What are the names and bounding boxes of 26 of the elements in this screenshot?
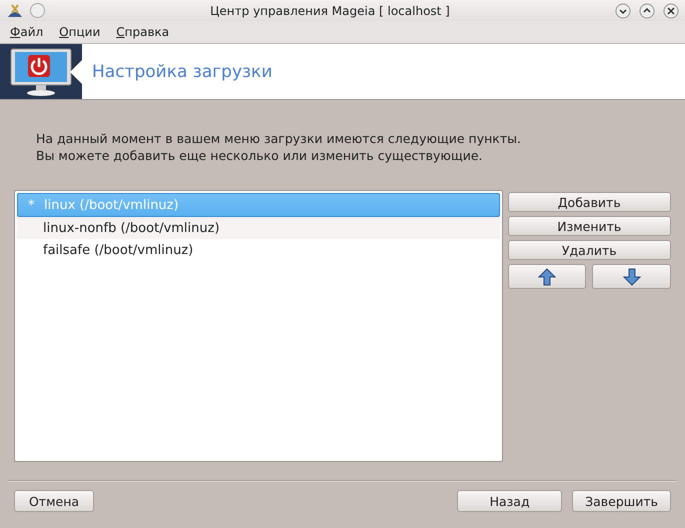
action-button[interactable]: Изменить [508, 216, 671, 236]
banner-notch [70, 60, 82, 84]
list-item[interactable]: linux-nonfb (/boot/vmlinuz) [17, 217, 500, 239]
footer-button[interactable]: Назад [457, 490, 562, 512]
maximize-icon[interactable] [639, 2, 655, 18]
boot-entry-list[interactable]: * linux (/boot/vmlinuz) linux-nonfb (/boot/vmlinuz) failsafe (/boot/vmlinuz) [14, 190, 502, 462]
move-up-button[interactable] [508, 264, 586, 289]
page-heading: Настройка загрузки [92, 62, 272, 82]
menu-item[interactable]: Опции [59, 25, 100, 39]
action-button[interactable]: Добавить [508, 192, 671, 212]
footer-button[interactable]: Завершить [572, 490, 671, 512]
menu-item[interactable]: Справка [116, 25, 170, 39]
close-icon[interactable] [663, 2, 679, 18]
minimize-icon[interactable] [615, 2, 631, 18]
cancel-button[interactable]: Отмена [14, 490, 94, 512]
up-arrow-icon [538, 268, 556, 286]
menu-item[interactable]: Файл [10, 25, 44, 39]
move-down-button[interactable] [592, 264, 671, 289]
instruction-text: На данный момент в вашем меню загрузки имеются следующие пункты. [36, 130, 522, 147]
app-icon[interactable] [6, 2, 24, 18]
monitor-power-icon [8, 46, 74, 96]
window-title: Центр управления Mageia [ localhost ] [209, 4, 451, 18]
down-arrow-icon [622, 268, 641, 286]
instruction-text: Вы можете добавить еще несколько или изменить существующие. [36, 147, 484, 164]
list-item[interactable]: failsafe (/boot/vmlinuz) [17, 239, 500, 261]
action-button[interactable]: Удалить [508, 240, 671, 260]
